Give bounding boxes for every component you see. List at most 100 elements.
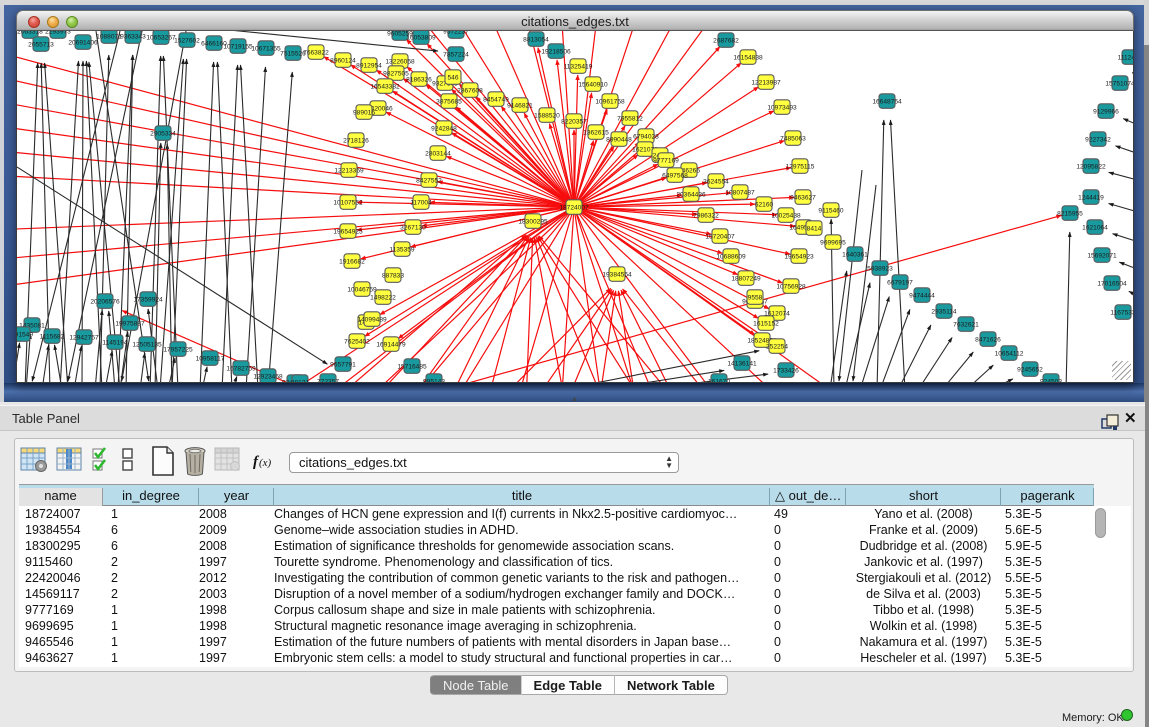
svg-text:1088071: 1088071 xyxy=(96,33,122,40)
svg-text:8912954: 8912954 xyxy=(356,62,382,69)
svg-text:2055713: 2055713 xyxy=(28,41,54,48)
svg-text:9699695: 9699695 xyxy=(820,239,846,246)
svg-text:8990448: 8990448 xyxy=(606,136,632,143)
svg-text:10961758: 10961758 xyxy=(595,98,625,105)
svg-text:13226058: 13226058 xyxy=(385,58,415,65)
svg-text:17957225: 17957225 xyxy=(163,346,193,353)
svg-text:10653267: 10653267 xyxy=(146,34,176,41)
svg-text:16782759: 16782759 xyxy=(226,365,256,372)
svg-text:1112447: 1112447 xyxy=(1118,54,1134,61)
svg-text:1498222: 1498222 xyxy=(370,294,396,301)
svg-text:10654112: 10654112 xyxy=(995,350,1024,357)
svg-text:2935114: 2935114 xyxy=(931,308,957,315)
svg-text:9463627: 9463627 xyxy=(790,194,816,201)
svg-text:10107552: 10107552 xyxy=(333,199,363,206)
svg-text:10688609: 10688609 xyxy=(716,253,746,260)
svg-text:19654923: 19654923 xyxy=(784,253,814,260)
svg-text:(x): (x) xyxy=(259,457,272,469)
svg-text:19975887: 19975887 xyxy=(115,320,145,327)
svg-text:9115460: 9115460 xyxy=(818,207,844,214)
svg-text:3875685: 3875685 xyxy=(436,98,462,105)
svg-text:7632621: 7632621 xyxy=(953,321,979,328)
svg-text:17016504: 17016504 xyxy=(1097,280,1127,287)
svg-text:9129966: 9129966 xyxy=(1093,108,1119,115)
svg-text:7625402: 7625402 xyxy=(344,338,370,345)
svg-text:2718126: 2718126 xyxy=(343,137,369,144)
svg-text:1916682: 1916682 xyxy=(339,258,365,265)
svg-text:10719155: 10719155 xyxy=(223,43,253,50)
svg-text:12095822: 12095822 xyxy=(1076,163,1106,170)
svg-text:12942757: 12942757 xyxy=(69,334,99,341)
svg-text:11325419: 11325419 xyxy=(564,63,593,70)
svg-text:8427552: 8427552 xyxy=(416,177,442,184)
svg-text:14136141: 14136141 xyxy=(727,360,757,367)
svg-text:1615152: 1615152 xyxy=(753,320,779,327)
svg-text:2063318: 2063318 xyxy=(17,31,43,35)
svg-text:8220357: 8220357 xyxy=(561,118,587,125)
svg-text:1167533: 1167533 xyxy=(1110,309,1134,316)
svg-text:6497568: 6497568 xyxy=(662,172,688,179)
svg-text:2293973: 2293973 xyxy=(45,31,71,35)
svg-text:20691406: 20691406 xyxy=(68,39,98,46)
svg-text:9227342: 9227342 xyxy=(1085,136,1111,143)
svg-text:546: 546 xyxy=(447,74,458,81)
svg-text:15692071: 15692071 xyxy=(1087,252,1117,259)
svg-text:1640361: 1640361 xyxy=(842,251,868,258)
svg-text:16543382: 16543382 xyxy=(370,83,400,90)
svg-text:15716485: 15716485 xyxy=(397,363,427,370)
svg-text:10671355: 10671355 xyxy=(251,45,281,52)
svg-text:12505135: 12505135 xyxy=(132,341,162,348)
svg-text:12923468: 12923468 xyxy=(253,373,283,380)
svg-text:20364436: 20364436 xyxy=(676,191,706,198)
svg-text:9572237: 9572237 xyxy=(443,31,469,35)
svg-text:9242848: 9242848 xyxy=(431,125,457,132)
svg-text:12213369: 12213369 xyxy=(334,167,364,174)
svg-text:391549: 391549 xyxy=(17,331,33,338)
svg-text:5938923: 5938923 xyxy=(867,265,893,272)
svg-text:7986322: 7986322 xyxy=(693,212,719,219)
svg-text:14099489: 14099489 xyxy=(357,316,387,323)
svg-text:15640910: 15640910 xyxy=(578,81,608,88)
svg-text:252254: 252254 xyxy=(766,343,788,350)
svg-text:9558: 9558 xyxy=(748,294,763,301)
svg-text:161670: 161670 xyxy=(708,378,730,383)
svg-text:6679197: 6679197 xyxy=(887,279,913,286)
svg-text:9657791: 9657791 xyxy=(330,361,356,368)
svg-text:9363343: 9363343 xyxy=(120,33,146,40)
svg-text:1145194: 1145194 xyxy=(102,339,128,346)
svg-text:8471626: 8471626 xyxy=(975,336,1001,343)
svg-text:2687682: 2687682 xyxy=(713,37,739,44)
svg-text:10973493: 10973493 xyxy=(767,104,797,111)
svg-text:19384554: 19384554 xyxy=(602,271,632,278)
svg-text:8186326: 8186326 xyxy=(406,76,432,83)
svg-text:9777169: 9777169 xyxy=(653,157,679,164)
svg-text:1115682: 1115682 xyxy=(40,333,65,340)
svg-text:2905334: 2905334 xyxy=(150,130,176,137)
svg-text:7955812: 7955812 xyxy=(617,115,643,122)
svg-text:12975115: 12975115 xyxy=(786,163,815,170)
svg-text:989016: 989016 xyxy=(353,109,375,116)
svg-text:10958117: 10958117 xyxy=(196,355,225,362)
svg-text:10756928: 10756928 xyxy=(776,283,806,290)
svg-text:8414: 8414 xyxy=(807,225,822,232)
svg-text:7663822: 7663822 xyxy=(303,49,329,56)
svg-text:1733426: 1733426 xyxy=(773,367,799,374)
svg-text:88131: 88131 xyxy=(291,379,310,383)
svg-text:9146821: 9146821 xyxy=(507,102,533,109)
svg-text:18300295: 18300295 xyxy=(518,218,548,225)
svg-text:18724007: 18724007 xyxy=(559,204,589,211)
svg-text:17359924: 17359924 xyxy=(133,296,163,303)
svg-text:12213987: 12213987 xyxy=(751,79,781,86)
svg-text:3624554: 3624554 xyxy=(703,178,729,185)
svg-text:15720407: 15720407 xyxy=(705,233,735,240)
svg-text:887833: 887833 xyxy=(382,272,404,279)
svg-text:20206576: 20206576 xyxy=(90,298,120,305)
svg-text:16154838: 16154838 xyxy=(733,54,763,61)
svg-text:1588520: 1588520 xyxy=(534,112,560,119)
svg-text:10025438: 10025438 xyxy=(771,212,801,219)
svg-text:10046759: 10046759 xyxy=(347,286,377,293)
svg-text:2803144: 2803144 xyxy=(425,150,451,157)
svg-text:10807487: 10807487 xyxy=(725,189,755,196)
svg-text:995143: 995143 xyxy=(423,378,445,383)
svg-text:18807249: 18807249 xyxy=(731,275,761,282)
